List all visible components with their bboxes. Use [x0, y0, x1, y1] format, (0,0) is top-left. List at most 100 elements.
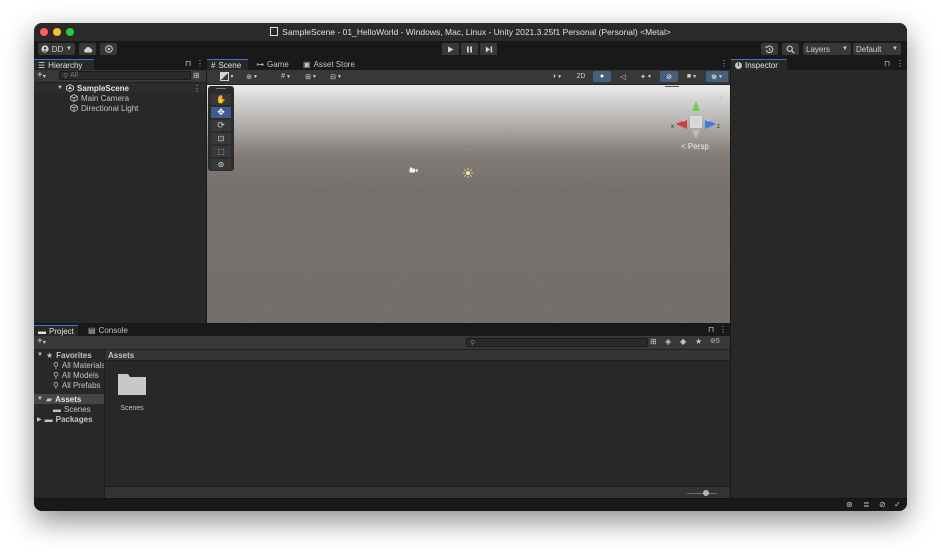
tree-item-all-materials[interactable]: ⚲ All Materials [53, 360, 105, 370]
hand-tool-button[interactable]: ✋ [211, 94, 231, 105]
hierarchy-item-label: Main Camera [81, 93, 130, 103]
hierarchy-scene-row[interactable]: ▼ SampleScene ⋮ [34, 83, 206, 93]
collab-button[interactable] [100, 43, 117, 55]
lock-icon[interactable]: ⊓ [185, 59, 191, 68]
expand-arrow-icon: ▼ [37, 352, 43, 358]
hierarchy-item-main-camera[interactable]: Main Camera [70, 93, 129, 103]
more-options-icon[interactable]: ⋮ [720, 59, 728, 68]
favorite-star-icon[interactable]: ★ [695, 337, 702, 346]
lock-icon[interactable]: ⊓ [708, 325, 714, 334]
folder-icon: ▬ [38, 326, 46, 336]
expand-arrow-icon[interactable]: ▼ [57, 85, 63, 91]
tab-scene[interactable]: # Scene [207, 59, 248, 70]
gizmos-dropdown[interactable]: ⊕ ▼ [706, 71, 728, 82]
tree-item-all-models[interactable]: ⚲ All Models [53, 370, 99, 380]
status-bar: ⊛ ≣ ⊘ ✓ [34, 498, 907, 511]
tree-item-packages[interactable]: ▶ ▬ Packages [37, 414, 93, 424]
check-circle-icon[interactable]: ✓ [894, 500, 901, 509]
tree-item-scenes[interactable]: ▬ Scenes [53, 404, 91, 414]
effects-dropdown[interactable]: ✦ ▼ [635, 71, 657, 82]
gizmo-x-label: x [671, 124, 674, 130]
tab-project[interactable]: ▬ Project [34, 325, 78, 336]
tab-asset-store[interactable]: ▣ Asset Store [299, 59, 359, 70]
grid-visibility-dropdown[interactable]: ⊞ ▼ [300, 71, 322, 82]
step-button[interactable] [480, 43, 497, 55]
tree-item-favorites[interactable]: ▼ ★ Favorites [37, 350, 92, 360]
asset-folder-scenes[interactable]: Scenes [117, 370, 147, 416]
search-filter-icon[interactable]: ⊞ [193, 71, 200, 80]
chevron-down-icon: ▼ [557, 73, 563, 80]
pause-button[interactable] [461, 43, 478, 55]
play-button[interactable] [442, 43, 459, 55]
rotate-tool-button[interactable]: ⟳ [211, 120, 231, 131]
rotate-icon: ⟳ [217, 120, 225, 130]
icon-size-slider-track[interactable] [687, 493, 717, 494]
search-by-label-icon[interactable]: ◈ [665, 337, 671, 346]
hidden-count: 5 [715, 338, 720, 345]
hand-icon: ✋ [216, 95, 226, 104]
tab-hierarchy[interactable]: ☰ Hierarchy [34, 59, 94, 70]
cache-server-icon[interactable]: ≣ [863, 500, 870, 509]
drag-handle-icon[interactable] [216, 88, 226, 89]
global-local-dropdown[interactable]: ⊕ ▼ [241, 71, 263, 82]
perspective-toggle[interactable]: < Persp [681, 142, 709, 151]
cloud-icon [83, 46, 92, 52]
add-icon[interactable]: +▾ [37, 70, 46, 81]
scene-toolbar: ▼ ⊕ ▼ # ▼ ⊞ ▼ ⊟ ▼ ◑ ▼ 2D ● ◁ ✦ ▼ ⊘ ■ ▼ ⊕ ▼ [207, 70, 730, 85]
scene-panel: # Scene ⊶ Game ▣ Asset Store ⋮ ▼ ⊕ ▼ # ▼ ⊞ ▼ ⊟… [207, 58, 730, 323]
search-button[interactable] [782, 43, 799, 55]
draw-mode-dropdown[interactable]: ▼ [216, 71, 238, 82]
tab-console[interactable]: ▤ Console [84, 325, 132, 336]
bug-icon[interactable]: ⊛ [846, 500, 853, 509]
layout-dropdown[interactable]: Default ▼ [853, 43, 901, 55]
chevron-down-icon: ▼ [336, 73, 342, 80]
directional-light-gizmo-icon[interactable] [463, 168, 473, 178]
auto-generate-lighting-icon[interactable]: ⊘ [879, 500, 886, 509]
search-icon: ⚲ [53, 380, 59, 390]
more-options-icon[interactable]: ⋮ [193, 84, 201, 93]
audio-toggle[interactable]: ◁ [614, 71, 632, 82]
chevron-down-icon: ▼ [66, 46, 72, 52]
scene-orientation-gizmo[interactable]: y x z [669, 95, 723, 145]
favorite-item-label: All Models [61, 370, 99, 380]
effects-icon: ✦ [640, 73, 646, 81]
breadcrumb-assets[interactable]: Assets [108, 351, 134, 360]
cloud-button[interactable] [79, 43, 96, 55]
increment-snapping-dropdown[interactable]: ⊟ ▼ [325, 71, 347, 82]
scene-lighting-toggle[interactable]: ● [593, 71, 611, 82]
sphere-icon: ◑ [551, 73, 557, 80]
scene-visibility-toggle[interactable]: ⊘ [660, 71, 678, 82]
undo-history-button[interactable] [761, 43, 778, 55]
transform-tool-button[interactable]: ⊛ [211, 159, 231, 170]
move-tool-button[interactable]: ✥ [211, 107, 231, 118]
tag-icon[interactable]: ◆ [680, 337, 686, 346]
layers-dropdown[interactable]: Layers ▼ [803, 43, 851, 55]
more-options-icon[interactable]: ⋮ [719, 325, 727, 334]
more-options-icon[interactable]: ⋮ [196, 59, 204, 68]
tab-scene-label: Scene [218, 60, 242, 70]
toggle-2d-button[interactable]: 2D [572, 71, 590, 82]
tree-item-assets[interactable]: ▼ ▰ Assets [34, 394, 104, 404]
search-by-type-icon[interactable]: ⊞ [650, 337, 657, 346]
project-search-input[interactable]: ⚲ [466, 338, 648, 347]
icon-size-slider-thumb[interactable] [703, 490, 709, 496]
grid-snapping-dropdown[interactable]: # ▼ [275, 71, 297, 82]
add-icon[interactable]: +▾ [37, 336, 46, 347]
chevron-down-icon: ▼ [892, 46, 898, 52]
hierarchy-item-directional-light[interactable]: Directional Light [70, 103, 138, 113]
camera-settings-dropdown[interactable]: ■ ▼ [681, 71, 703, 82]
shading-mode-dropdown[interactable]: ◑ ▼ [546, 71, 568, 82]
lock-icon[interactable]: ⊓ [884, 59, 890, 68]
camera-gizmo-icon[interactable] [409, 167, 418, 173]
hidden-packages-toggle[interactable]: ⊘5 [710, 337, 720, 345]
folder-icon [118, 374, 146, 395]
more-options-icon[interactable]: ⋮ [896, 59, 904, 68]
rect-tool-button[interactable]: ⬚ [211, 146, 231, 157]
tab-game[interactable]: ⊶ Game [252, 59, 293, 70]
scene-viewport[interactable]: ✋ ✥ ⟳ ⊡ ⬚ ⊛ y x z < Persp [207, 85, 730, 323]
account-dropdown[interactable]: DD ▼ [38, 43, 75, 55]
tab-inspector[interactable]: i Inspector [731, 59, 787, 70]
hierarchy-search-input[interactable]: ⚲ All [59, 71, 191, 80]
tree-item-all-prefabs[interactable]: ⚲ All Prefabs [53, 380, 101, 390]
scale-tool-button[interactable]: ⊡ [211, 133, 231, 144]
